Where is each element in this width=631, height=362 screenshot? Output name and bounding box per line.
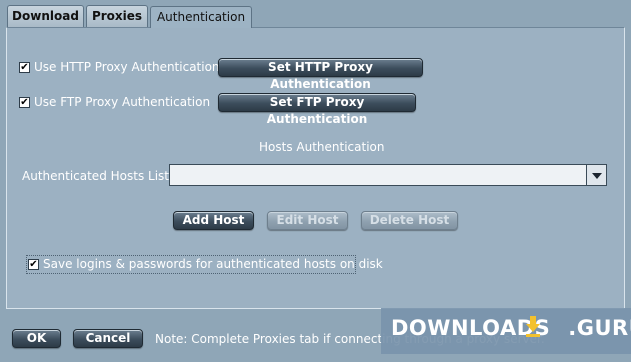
ok-button[interactable]: OK — [12, 329, 61, 348]
watermark-right: .GURU — [568, 316, 631, 340]
set-http-proxy-auth-button[interactable]: Set HTTP Proxy Authentication — [218, 58, 423, 91]
hosts-list-combo[interactable] — [169, 164, 607, 186]
http-auth-label: Use HTTP Proxy Authentication — [34, 60, 220, 74]
ftp-auth-checkbox[interactable]: ✔ — [19, 97, 30, 108]
download-arrow-icon — [526, 316, 540, 337]
save-logins-checkbox[interactable]: ✔ — [28, 259, 39, 270]
tab-download[interactable]: Download — [7, 5, 84, 27]
set-ftp-proxy-auth-button[interactable]: Set FTP Proxy Authentication — [218, 93, 416, 126]
ftp-auth-label: Use FTP Proxy Authentication — [34, 95, 211, 109]
edit-host-button[interactable]: Edit Host — [267, 211, 348, 230]
hosts-auth-heading: Hosts Authentication — [259, 140, 385, 154]
chevron-down-icon[interactable] — [586, 165, 606, 185]
tab-authentication[interactable]: Authentication — [150, 6, 252, 28]
http-auth-checkbox[interactable]: ✔ — [19, 62, 30, 73]
watermark-text: DOWNLOADS.GURU — [391, 316, 631, 340]
delete-host-button[interactable]: Delete Host — [361, 211, 458, 230]
add-host-button[interactable]: Add Host — [173, 211, 254, 230]
tab-proxies[interactable]: Proxies — [86, 5, 148, 27]
save-logins-label: Save logins & passwords for authenticate… — [43, 257, 383, 271]
tab-bar: Download Proxies Authentication — [0, 0, 631, 28]
hosts-list-label: Authenticated Hosts List: — [22, 169, 174, 183]
cancel-button[interactable]: Cancel — [73, 329, 143, 348]
